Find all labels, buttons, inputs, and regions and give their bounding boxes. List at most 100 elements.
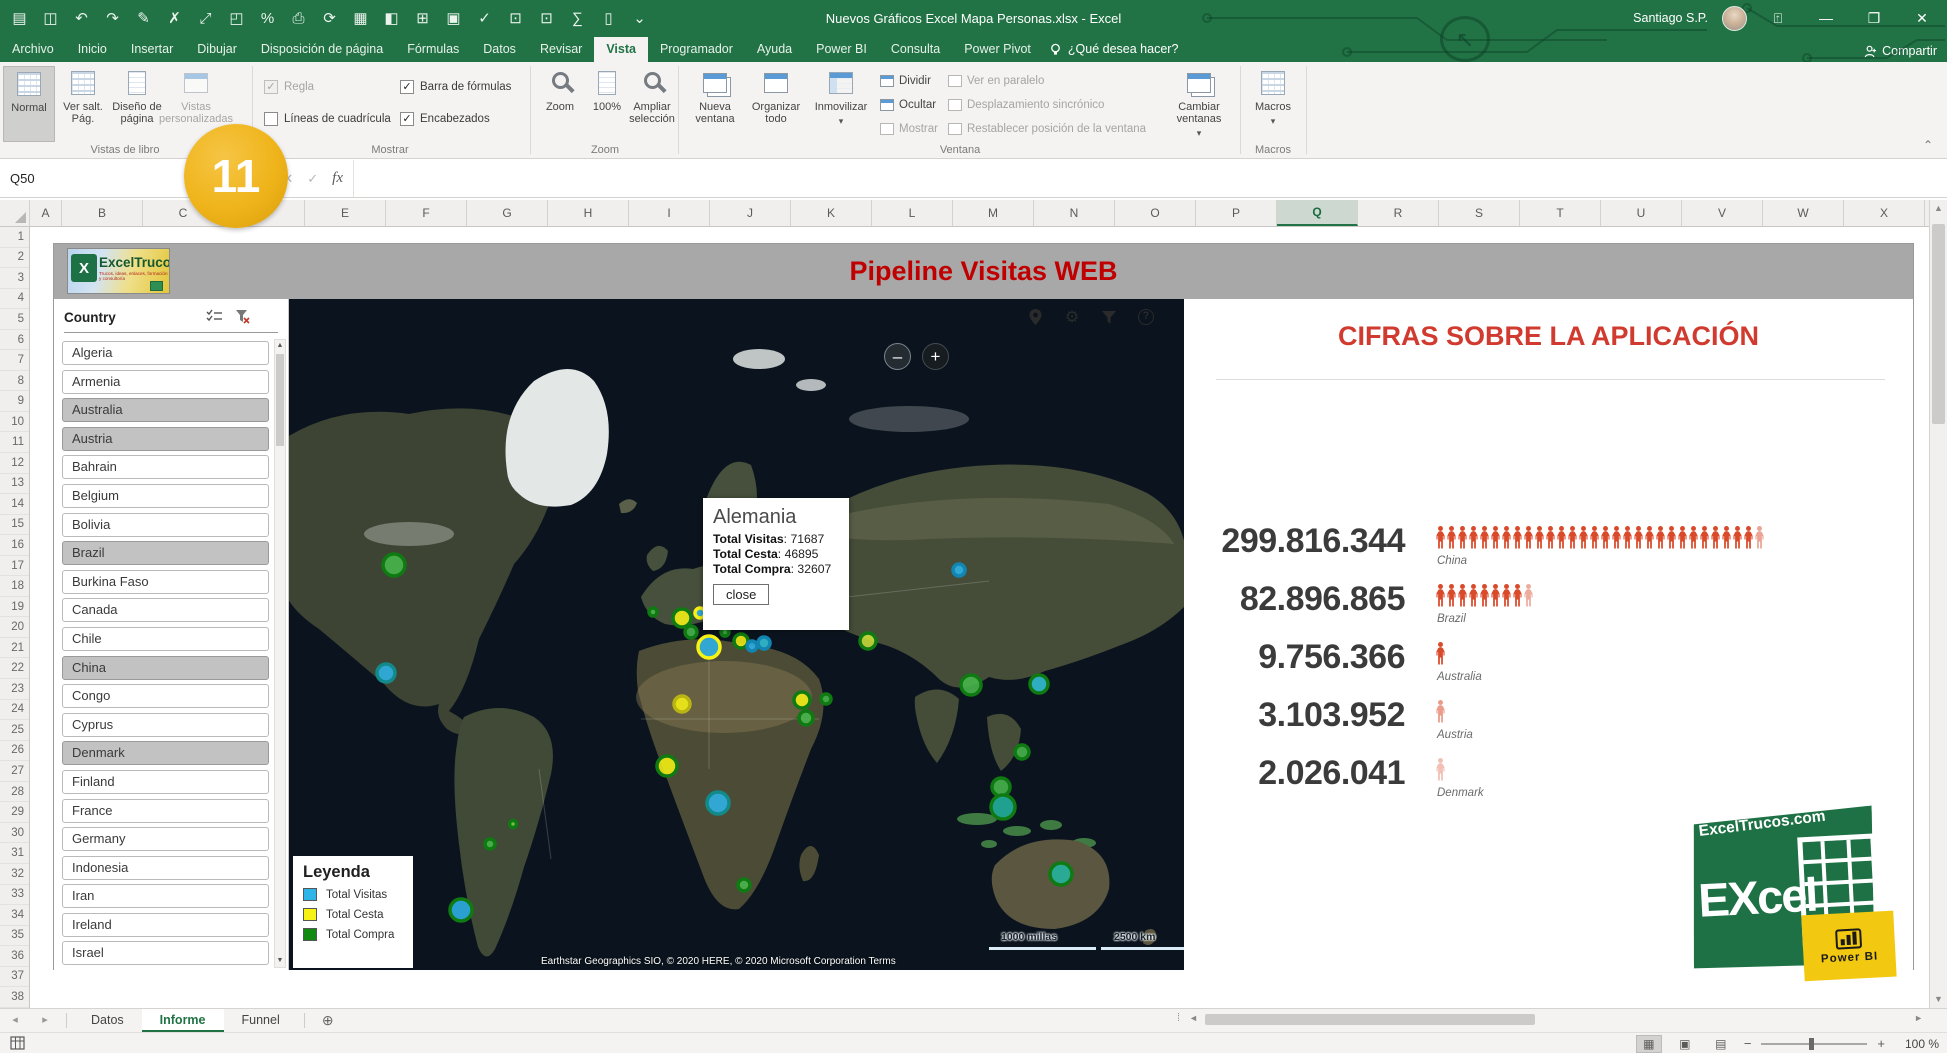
row-header-24[interactable]: 24: [0, 700, 29, 721]
row-header-15[interactable]: 15: [0, 515, 29, 536]
column-header-M[interactable]: M: [953, 200, 1034, 226]
arrange-all-button[interactable]: Organizar todo: [746, 66, 806, 142]
row-header-18[interactable]: 18: [0, 576, 29, 597]
slicer-item-canada[interactable]: Canada: [62, 598, 269, 622]
reset-window-position-button[interactable]: Restablecer posición de la ventana: [948, 118, 1146, 140]
column-header-E[interactable]: E: [305, 200, 386, 226]
restore-button[interactable]: ❐: [1857, 10, 1891, 27]
map-bubble-12[interactable]: [747, 641, 757, 651]
row-header-23[interactable]: 23: [0, 679, 29, 700]
row-header-20[interactable]: 20: [0, 617, 29, 638]
row-header-2[interactable]: 2: [0, 248, 29, 269]
row-header-38[interactable]: 38: [0, 987, 29, 1008]
slicer-scroll-thumb[interactable]: [276, 354, 284, 446]
confirm-entry-icon[interactable]: ✓: [307, 171, 318, 187]
map-bubble-7[interactable]: [685, 626, 697, 638]
map-bubble-23[interactable]: [961, 675, 981, 695]
locate-icon[interactable]: [1025, 307, 1045, 327]
zoom-slider[interactable]: [1761, 1043, 1867, 1045]
slicer-scrollbar[interactable]: ▲ ▼: [274, 339, 286, 968]
switch-windows-button[interactable]: Cambiar ventanas▾: [1168, 66, 1230, 142]
row-header-36[interactable]: 36: [0, 946, 29, 967]
sheet-tab-datos[interactable]: Datos: [73, 1009, 142, 1032]
map-bubble-20[interactable]: [821, 694, 831, 704]
row-header-33[interactable]: 33: [0, 885, 29, 906]
scroll-up-icon[interactable]: ▲: [1930, 200, 1947, 217]
map-bubble-0[interactable]: [383, 554, 405, 576]
print-preview-icon[interactable]: ◰: [223, 5, 250, 31]
avatar[interactable]: [1722, 6, 1747, 31]
ribbon-tab-dibujar[interactable]: Dibujar: [185, 37, 249, 62]
column-header-P[interactable]: P: [1196, 200, 1277, 226]
row-header-16[interactable]: 16: [0, 535, 29, 556]
slicer-item-iran[interactable]: Iran: [62, 884, 269, 908]
zoom-100-button[interactable]: 100%: [585, 66, 629, 142]
map-bubble-3[interactable]: [485, 839, 495, 849]
print-icon[interactable]: ⎙: [285, 5, 312, 31]
format-painter-icon[interactable]: ✎: [130, 5, 157, 31]
autosum-icon[interactable]: ∑: [564, 5, 591, 31]
ribbon-tab-vista[interactable]: Vista: [594, 37, 648, 62]
slicer-item-bahrain[interactable]: Bahrain: [62, 455, 269, 479]
normal-view-button[interactable]: Normal: [3, 66, 55, 142]
map-bubble-15[interactable]: [674, 696, 690, 712]
sheet-nav-prev-icon[interactable]: ◂: [0, 1009, 30, 1032]
map-bubble-16[interactable]: [707, 792, 729, 814]
formula-input[interactable]: [353, 160, 1947, 197]
row-header-12[interactable]: 12: [0, 453, 29, 474]
macro-indicator-icon[interactable]: [10, 1036, 25, 1050]
checkbox-formula-bar[interactable]: ✓ Barra de fórmulas: [400, 80, 511, 94]
slicer-item-indonesia[interactable]: Indonesia: [62, 856, 269, 880]
synchronous-scrolling-button[interactable]: Desplazamiento sincrónico: [948, 94, 1104, 116]
row-header-9[interactable]: 9: [0, 391, 29, 412]
column-header-T[interactable]: T: [1520, 200, 1601, 226]
map-bubble-21[interactable]: [860, 633, 876, 649]
ribbon-tab-power-bi[interactable]: Power BI: [804, 37, 879, 62]
row-header-34[interactable]: 34: [0, 905, 29, 926]
slicer-item-israel[interactable]: Israel: [62, 941, 269, 965]
map-bubble-25[interactable]: [1015, 745, 1029, 759]
calendar-icon[interactable]: ⊡: [502, 5, 529, 31]
slicer-item-belgium[interactable]: Belgium: [62, 484, 269, 508]
row-header-11[interactable]: 11: [0, 432, 29, 453]
map-filter-icon[interactable]: [1099, 307, 1119, 327]
column-header-N[interactable]: N: [1034, 200, 1115, 226]
row-header-3[interactable]: 3: [0, 268, 29, 289]
column-header-O[interactable]: O: [1115, 200, 1196, 226]
undo-icon[interactable]: ↶: [68, 5, 95, 31]
slicer-scroll-up-icon[interactable]: ▲: [275, 340, 285, 352]
row-header-19[interactable]: 19: [0, 597, 29, 618]
map-bubble-22[interactable]: [953, 564, 965, 576]
ribbon-tab-ayuda[interactable]: Ayuda: [745, 37, 804, 62]
row-header-26[interactable]: 26: [0, 741, 29, 762]
hide-button[interactable]: Ocultar: [880, 94, 936, 116]
multi-select-icon[interactable]: [206, 309, 223, 325]
row-header-8[interactable]: 8: [0, 371, 29, 392]
macros-button[interactable]: Macros▾: [1248, 66, 1298, 142]
ribbon-tab-insertar[interactable]: Insertar: [119, 37, 185, 62]
zoom-out-icon[interactable]: −: [1744, 1036, 1752, 1051]
map-bubble-4[interactable]: [510, 821, 517, 828]
row-header-27[interactable]: 27: [0, 761, 29, 782]
tab-scroll-splitter[interactable]: ⁞: [1177, 1012, 1181, 1024]
slicer-item-congo[interactable]: Congo: [62, 684, 269, 708]
scroll-right-icon[interactable]: ►: [1914, 1013, 1923, 1023]
column-header-B[interactable]: B: [62, 200, 143, 226]
horizontal-scroll-thumb[interactable]: [1205, 1014, 1535, 1025]
page-layout-status-button[interactable]: ▣: [1672, 1035, 1698, 1053]
zoom-slider-thumb[interactable]: [1809, 1038, 1814, 1050]
spellcheck-icon[interactable]: ✓: [471, 5, 498, 31]
page-break-status-button[interactable]: ▤: [1708, 1035, 1734, 1053]
column-header-W[interactable]: W: [1763, 200, 1844, 226]
map-bubble-9[interactable]: [698, 636, 720, 658]
percent-style-icon[interactable]: %: [254, 5, 281, 31]
checkbox-ruler[interactable]: ✓ Regla: [264, 80, 314, 94]
ribbon-tab-f-rmulas[interactable]: Fórmulas: [395, 37, 471, 62]
map-bubble-26[interactable]: [992, 778, 1010, 796]
map-zoom-in-button[interactable]: +: [922, 343, 949, 370]
column-header-G[interactable]: G: [467, 200, 548, 226]
ribbon-tab-disposici-n-de-p-gina[interactable]: Disposición de página: [249, 37, 395, 62]
slicer-item-ireland[interactable]: Ireland: [62, 913, 269, 937]
scroll-left-icon[interactable]: ◄: [1189, 1013, 1198, 1023]
vertical-scrollbar[interactable]: ▲ ▼: [1929, 200, 1947, 1008]
